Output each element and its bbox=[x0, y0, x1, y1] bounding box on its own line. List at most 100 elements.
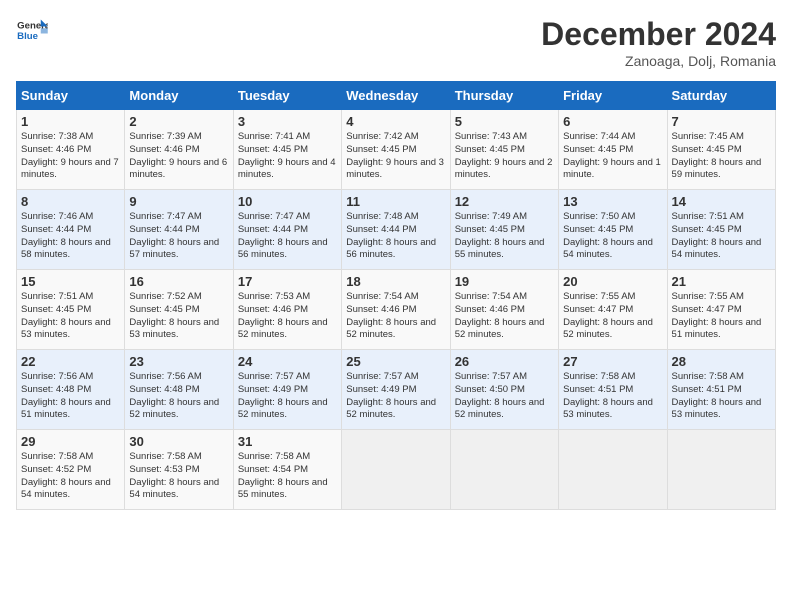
day-number: 1 bbox=[21, 114, 120, 129]
day-number: 17 bbox=[238, 274, 337, 289]
cell-info: Sunrise: 7:54 AM Sunset: 4:46 PM Dayligh… bbox=[346, 291, 445, 342]
day-number: 16 bbox=[129, 274, 228, 289]
cell-info: Sunrise: 7:41 AM Sunset: 4:45 PM Dayligh… bbox=[238, 131, 337, 182]
cell-info: Sunrise: 7:56 AM Sunset: 4:48 PM Dayligh… bbox=[21, 371, 120, 422]
day-number: 19 bbox=[455, 274, 554, 289]
day-number: 25 bbox=[346, 354, 445, 369]
cell-info: Sunrise: 7:48 AM Sunset: 4:44 PM Dayligh… bbox=[346, 211, 445, 262]
day-of-week-header: Thursday bbox=[450, 82, 558, 110]
day-number: 10 bbox=[238, 194, 337, 209]
calendar-header: SundayMondayTuesdayWednesdayThursdayFrid… bbox=[17, 82, 776, 110]
day-number: 6 bbox=[563, 114, 662, 129]
day-of-week-header: Saturday bbox=[667, 82, 775, 110]
calendar-cell: 25 Sunrise: 7:57 AM Sunset: 4:49 PM Dayli… bbox=[342, 350, 450, 430]
day-of-week-header: Monday bbox=[125, 82, 233, 110]
calendar-cell: 16 Sunrise: 7:52 AM Sunset: 4:45 PM Dayli… bbox=[125, 270, 233, 350]
cell-info: Sunrise: 7:58 AM Sunset: 4:53 PM Dayligh… bbox=[129, 451, 228, 502]
calendar-cell: 21Sunrise: 7:55 AM Sunset: 4:47 PM Dayli… bbox=[667, 270, 775, 350]
calendar-cell: 12Sunrise: 7:49 AM Sunset: 4:45 PM Dayli… bbox=[450, 190, 558, 270]
cell-info: Sunrise: 7:51 AM Sunset: 4:45 PM Dayligh… bbox=[672, 211, 771, 262]
day-number: 23 bbox=[129, 354, 228, 369]
day-number: 11 bbox=[346, 194, 445, 209]
cell-info: Sunrise: 7:57 AM Sunset: 4:50 PM Dayligh… bbox=[455, 371, 554, 422]
cell-info: Sunrise: 7:38 AM Sunset: 4:46 PM Dayligh… bbox=[21, 131, 120, 182]
calendar-cell bbox=[342, 430, 450, 510]
calendar-cell: 11 Sunrise: 7:48 AM Sunset: 4:44 PM Dayli… bbox=[342, 190, 450, 270]
calendar-cell: 10 Sunrise: 7:47 AM Sunset: 4:44 PM Dayli… bbox=[233, 190, 341, 270]
cell-info: Sunrise: 7:42 AM Sunset: 4:45 PM Dayligh… bbox=[346, 131, 445, 182]
day-number: 14 bbox=[672, 194, 771, 209]
calendar-cell: 26 Sunrise: 7:57 AM Sunset: 4:50 PM Dayli… bbox=[450, 350, 558, 430]
calendar-cell: 28 Sunrise: 7:58 AM Sunset: 4:51 PM Dayli… bbox=[667, 350, 775, 430]
day-number: 24 bbox=[238, 354, 337, 369]
calendar-cell: 24 Sunrise: 7:57 AM Sunset: 4:49 PM Dayli… bbox=[233, 350, 341, 430]
day-number: 13 bbox=[563, 194, 662, 209]
cell-info: Sunrise: 7:47 AM Sunset: 4:44 PM Dayligh… bbox=[238, 211, 337, 262]
calendar-cell: 8 Sunrise: 7:46 AM Sunset: 4:44 PM Daylig… bbox=[17, 190, 125, 270]
calendar-cell: 27 Sunrise: 7:58 AM Sunset: 4:51 PM Dayli… bbox=[559, 350, 667, 430]
calendar-cell bbox=[559, 430, 667, 510]
location-subtitle: Zanoaga, Dolj, Romania bbox=[541, 53, 776, 69]
cell-info: Sunrise: 7:46 AM Sunset: 4:44 PM Dayligh… bbox=[21, 211, 120, 262]
day-number: 27 bbox=[563, 354, 662, 369]
cell-info: Sunrise: 7:58 AM Sunset: 4:51 PM Dayligh… bbox=[563, 371, 662, 422]
cell-info: Sunrise: 7:58 AM Sunset: 4:51 PM Dayligh… bbox=[672, 371, 771, 422]
cell-info: Sunrise: 7:45 AM Sunset: 4:45 PM Dayligh… bbox=[672, 131, 771, 182]
cell-info: Sunrise: 7:58 AM Sunset: 4:54 PM Dayligh… bbox=[238, 451, 337, 502]
day-number: 20 bbox=[563, 274, 662, 289]
day-number: 7 bbox=[672, 114, 771, 129]
day-of-week-header: Sunday bbox=[17, 82, 125, 110]
day-of-week-header: Wednesday bbox=[342, 82, 450, 110]
logo: General Blue bbox=[16, 16, 48, 44]
day-of-week-header: Friday bbox=[559, 82, 667, 110]
cell-info: Sunrise: 7:55 AM Sunset: 4:47 PM Dayligh… bbox=[563, 291, 662, 342]
calendar-cell: 15 Sunrise: 7:51 AM Sunset: 4:45 PM Dayli… bbox=[17, 270, 125, 350]
cell-info: Sunrise: 7:57 AM Sunset: 4:49 PM Dayligh… bbox=[346, 371, 445, 422]
day-number: 28 bbox=[672, 354, 771, 369]
calendar-cell: 6 Sunrise: 7:44 AM Sunset: 4:45 PM Daylig… bbox=[559, 110, 667, 190]
cell-info: Sunrise: 7:54 AM Sunset: 4:46 PM Dayligh… bbox=[455, 291, 554, 342]
calendar-cell bbox=[450, 430, 558, 510]
day-number: 31 bbox=[238, 434, 337, 449]
calendar-cell: 18Sunrise: 7:54 AM Sunset: 4:46 PM Dayli… bbox=[342, 270, 450, 350]
month-title: December 2024 bbox=[541, 16, 776, 53]
calendar-cell bbox=[667, 430, 775, 510]
svg-text:Blue: Blue bbox=[17, 31, 38, 42]
calendar-cell: 30 Sunrise: 7:58 AM Sunset: 4:53 PM Dayli… bbox=[125, 430, 233, 510]
calendar-table: SundayMondayTuesdayWednesdayThursdayFrid… bbox=[16, 81, 776, 510]
logo-icon: General Blue bbox=[16, 16, 48, 44]
cell-info: Sunrise: 7:44 AM Sunset: 4:45 PM Dayligh… bbox=[563, 131, 662, 182]
calendar-cell: 7 Sunrise: 7:45 AM Sunset: 4:45 PM Daylig… bbox=[667, 110, 775, 190]
cell-info: Sunrise: 7:39 AM Sunset: 4:46 PM Dayligh… bbox=[129, 131, 228, 182]
calendar-cell: 17 Sunrise: 7:53 AM Sunset: 4:46 PM Dayli… bbox=[233, 270, 341, 350]
day-number: 8 bbox=[21, 194, 120, 209]
calendar-cell: 13 Sunrise: 7:50 AM Sunset: 4:45 PM Dayli… bbox=[559, 190, 667, 270]
cell-info: Sunrise: 7:50 AM Sunset: 4:45 PM Dayligh… bbox=[563, 211, 662, 262]
calendar-cell: 23Sunrise: 7:56 AM Sunset: 4:48 PM Dayli… bbox=[125, 350, 233, 430]
calendar-body: 1 Sunrise: 7:38 AM Sunset: 4:46 PM Daylig… bbox=[17, 110, 776, 510]
cell-info: Sunrise: 7:43 AM Sunset: 4:45 PM Dayligh… bbox=[455, 131, 554, 182]
calendar-cell: 2Sunrise: 7:39 AM Sunset: 4:46 PM Daylig… bbox=[125, 110, 233, 190]
day-number: 15 bbox=[21, 274, 120, 289]
cell-info: Sunrise: 7:53 AM Sunset: 4:46 PM Dayligh… bbox=[238, 291, 337, 342]
calendar-cell: 3 Sunrise: 7:41 AM Sunset: 4:45 PM Daylig… bbox=[233, 110, 341, 190]
day-number: 4 bbox=[346, 114, 445, 129]
calendar-cell: 1 Sunrise: 7:38 AM Sunset: 4:46 PM Daylig… bbox=[17, 110, 125, 190]
cell-info: Sunrise: 7:49 AM Sunset: 4:45 PM Dayligh… bbox=[455, 211, 554, 262]
cell-info: Sunrise: 7:51 AM Sunset: 4:45 PM Dayligh… bbox=[21, 291, 120, 342]
page-header: General Blue December 2024 Zanoaga, Dolj… bbox=[16, 16, 776, 69]
day-of-week-header: Tuesday bbox=[233, 82, 341, 110]
day-number: 21 bbox=[672, 274, 771, 289]
calendar-cell: 4 Sunrise: 7:42 AM Sunset: 4:45 PM Daylig… bbox=[342, 110, 450, 190]
cell-info: Sunrise: 7:52 AM Sunset: 4:45 PM Dayligh… bbox=[129, 291, 228, 342]
calendar-cell: 19 Sunrise: 7:54 AM Sunset: 4:46 PM Dayli… bbox=[450, 270, 558, 350]
day-number: 22 bbox=[21, 354, 120, 369]
cell-info: Sunrise: 7:58 AM Sunset: 4:52 PM Dayligh… bbox=[21, 451, 120, 502]
cell-info: Sunrise: 7:57 AM Sunset: 4:49 PM Dayligh… bbox=[238, 371, 337, 422]
day-number: 3 bbox=[238, 114, 337, 129]
calendar-cell: 31 Sunrise: 7:58 AM Sunset: 4:54 PM Dayli… bbox=[233, 430, 341, 510]
day-number: 30 bbox=[129, 434, 228, 449]
calendar-cell: 5Sunrise: 7:43 AM Sunset: 4:45 PM Daylig… bbox=[450, 110, 558, 190]
cell-info: Sunrise: 7:47 AM Sunset: 4:44 PM Dayligh… bbox=[129, 211, 228, 262]
day-number: 26 bbox=[455, 354, 554, 369]
